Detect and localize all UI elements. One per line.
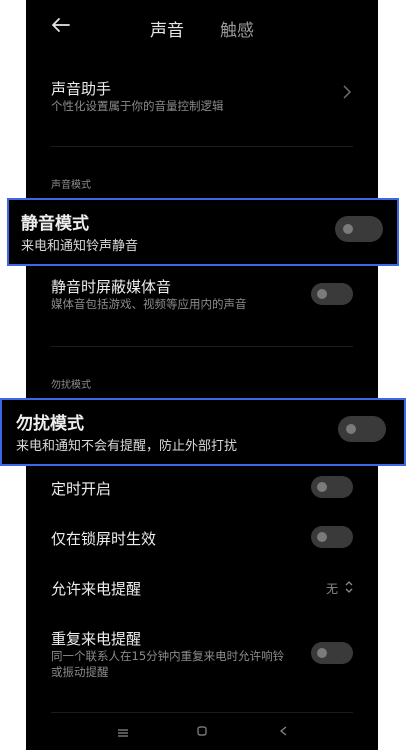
sound-assistant-row[interactable]: 声音助手 个性化设置属于你的音量控制逻辑 <box>26 72 378 132</box>
dnd-mode-toggle[interactable] <box>338 416 386 442</box>
divider <box>51 146 353 147</box>
repeat-calls-toggle[interactable] <box>311 642 353 664</box>
mute-media-subtitle: 媒体音包括游戏、视频等应用内的声音 <box>51 297 247 311</box>
mute-media-title: 静音时屏蔽媒体音 <box>51 278 172 296</box>
mute-media-row[interactable]: 静音时屏蔽媒体音 媒体音包括游戏、视频等应用内的声音 <box>26 270 378 330</box>
tab-haptics[interactable]: 触感 <box>220 16 254 41</box>
toggle-knob <box>343 224 353 234</box>
dnd-mode-title: 勿扰模式 <box>16 414 84 434</box>
tab-sound[interactable]: 声音 <box>150 16 184 41</box>
dnd-mode-card[interactable]: 勿扰模式 来电和通知不会有提醒，防止外部打扰 <box>0 398 406 466</box>
repeat-calls-row[interactable]: 重复来电提醒 同一个联系人在15分钟内重复来电时允许响铃 或振动提醒 <box>26 622 378 692</box>
lockscreen-only-row[interactable]: 仅在锁屏时生效 <box>26 522 378 554</box>
sound-assistant-subtitle: 个性化设置属于你的音量控制逻辑 <box>51 99 224 113</box>
divider <box>51 346 353 347</box>
menu-icon[interactable] <box>118 725 128 741</box>
allow-calls-title: 允许来电提醒 <box>51 580 142 598</box>
sound-assistant-title: 声音助手 <box>51 80 112 98</box>
silent-mode-title: 静音模式 <box>21 214 89 234</box>
scheduled-toggle[interactable] <box>311 476 353 498</box>
toggle-knob <box>317 648 327 658</box>
repeat-calls-subtitle-line1: 同一个联系人在15分钟内重复来电时允许响铃 <box>51 649 285 663</box>
mute-media-toggle[interactable] <box>311 283 353 305</box>
repeat-calls-title: 重复来电提醒 <box>51 630 142 648</box>
dnd-mode-subtitle: 来电和通知不会有提醒，防止外部打扰 <box>16 439 238 454</box>
navigation-bar <box>26 706 378 750</box>
section-dnd-label: 勿扰模式 <box>51 380 91 391</box>
scheduled-row[interactable]: 定时开启 <box>26 472 378 504</box>
back-triangle-icon[interactable] <box>279 724 289 740</box>
toggle-knob <box>317 482 327 492</box>
silent-mode-subtitle: 来电和通知铃声静音 <box>21 239 139 254</box>
repeat-calls-subtitle-line2: 或振动提醒 <box>51 665 109 679</box>
allow-calls-value: 无 <box>326 582 339 596</box>
toggle-knob <box>317 289 327 299</box>
header: 声音 触感 <box>26 0 378 56</box>
chevron-right-icon <box>342 84 352 104</box>
arrow-left-icon[interactable] <box>50 14 74 38</box>
silent-mode-card[interactable]: 静音模式 来电和通知铃声静音 <box>7 198 399 266</box>
toggle-knob <box>317 532 327 542</box>
select-arrows-icon <box>344 580 354 594</box>
toggle-knob <box>346 424 356 434</box>
settings-screen: 声音 触感 声音助手 个性化设置属于你的音量控制逻辑 声音模式 静音时屏蔽媒体音… <box>26 0 378 750</box>
scheduled-title: 定时开启 <box>51 480 112 498</box>
lockscreen-only-title: 仅在锁屏时生效 <box>51 530 157 548</box>
allow-calls-row[interactable]: 允许来电提醒 无 <box>26 572 378 604</box>
lockscreen-only-toggle[interactable] <box>311 526 353 548</box>
section-sound-mode-label: 声音模式 <box>51 180 91 191</box>
silent-mode-toggle[interactable] <box>335 216 383 242</box>
home-icon[interactable] <box>197 724 207 740</box>
